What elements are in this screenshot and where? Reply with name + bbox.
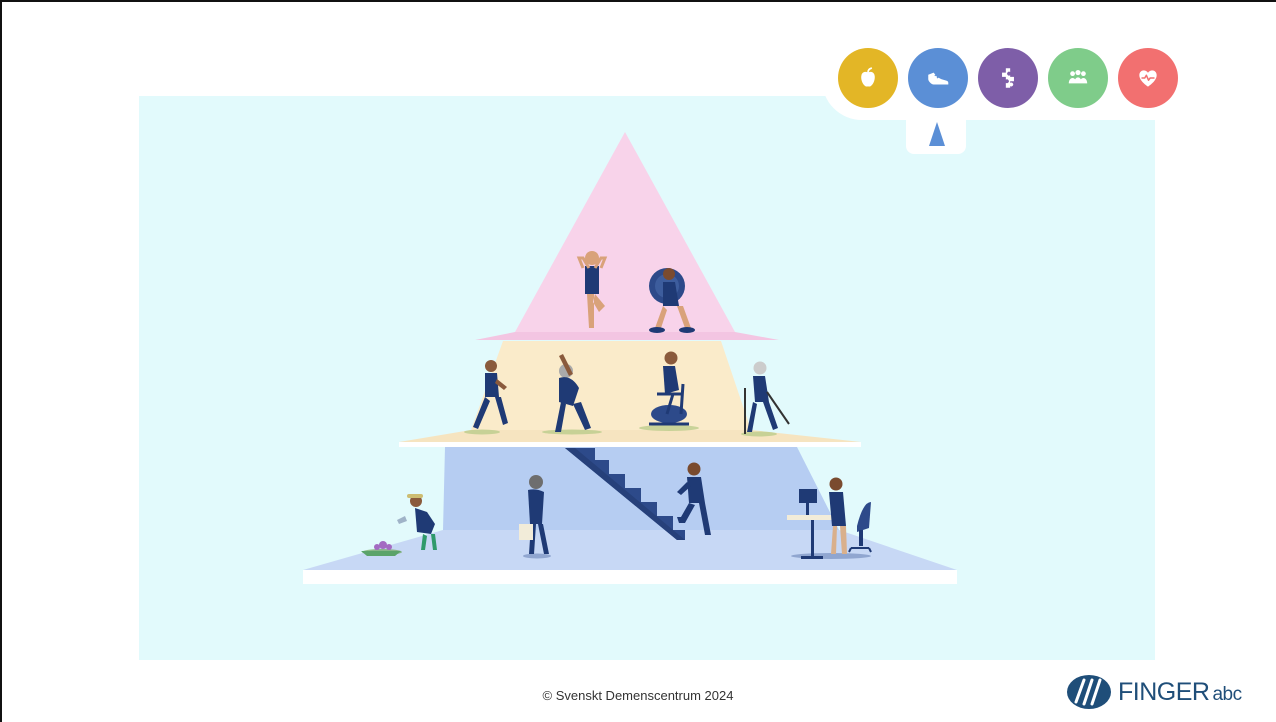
- pyramid-level-middle: [399, 341, 861, 447]
- logo-wordmark: FINGER abc: [1118, 678, 1242, 707]
- sneaker-icon: [928, 72, 949, 85]
- logo-suffix: abc: [1212, 683, 1242, 705]
- heart-pulse-icon: [1139, 70, 1157, 87]
- group-icon: [1068, 69, 1088, 84]
- finger-logo-mark-icon: [1067, 675, 1111, 709]
- apple-icon: [861, 67, 875, 87]
- pyramid-level-base: [303, 447, 957, 584]
- activity-pyramid: [303, 132, 957, 584]
- pyramid-level-top: [475, 132, 779, 340]
- puzzle-piece-icon: [1002, 68, 1014, 88]
- logo-name: FINGER: [1118, 677, 1210, 706]
- finger-abc-logo: FINGER abc: [1066, 672, 1242, 712]
